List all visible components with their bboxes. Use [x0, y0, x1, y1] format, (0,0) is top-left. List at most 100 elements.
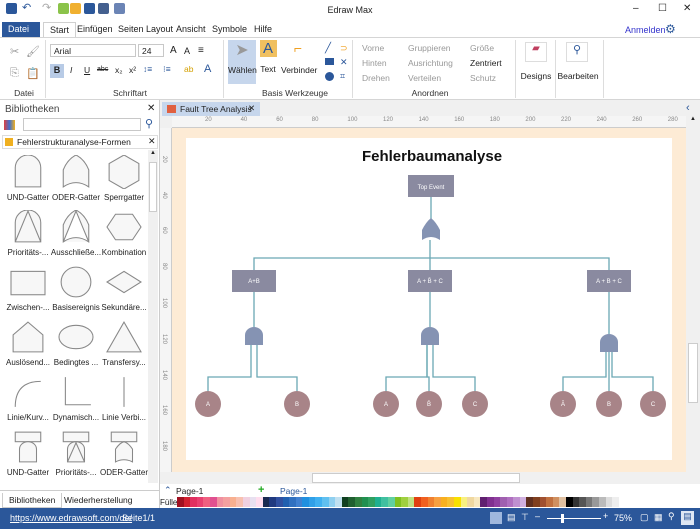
- color-swatch[interactable]: [177, 497, 184, 507]
- color-swatch[interactable]: [262, 497, 270, 507]
- line-icon[interactable]: ╱: [325, 43, 331, 54]
- crop-icon[interactable]: ⌗: [340, 71, 345, 82]
- tab-libraries[interactable]: Bibliotheken: [2, 493, 63, 508]
- color-swatch[interactable]: [440, 497, 448, 507]
- bold-button[interactable]: B: [50, 64, 64, 78]
- color-swatch[interactable]: [394, 497, 402, 507]
- shape-item[interactable]: ODER-Gatter: [98, 430, 150, 477]
- color-swatch[interactable]: [552, 497, 560, 507]
- edit-button[interactable]: Bearbeiten: [556, 71, 600, 81]
- vertical-scroll-thumb[interactable]: [688, 343, 698, 403]
- paste-icon[interactable]: 📋: [26, 67, 40, 80]
- tab-symbole[interactable]: Symbole: [206, 22, 253, 37]
- presentation-icon[interactable]: ⊤: [521, 512, 529, 523]
- format-painter-icon[interactable]: 🖌: [26, 45, 40, 58]
- superscript-button[interactable]: x²: [129, 65, 136, 75]
- color-swatch[interactable]: [592, 497, 599, 507]
- fit-width-icon[interactable]: ▦: [654, 512, 663, 523]
- shape-item[interactable]: Sperrgatter: [98, 155, 150, 202]
- shape-item[interactable]: Prioritäts-...: [2, 210, 54, 257]
- zoom-out-button[interactable]: –: [535, 511, 540, 521]
- underline-button[interactable]: U: [84, 65, 90, 75]
- settings-gear-icon[interactable]: ⚙: [665, 22, 676, 36]
- color-swatch[interactable]: [289, 497, 296, 507]
- color-swatch[interactable]: [486, 497, 494, 507]
- color-swatch[interactable]: [447, 497, 454, 507]
- zoom-in-button[interactable]: +: [603, 511, 608, 521]
- rectangle-icon[interactable]: [325, 58, 334, 65]
- point-icon[interactable]: ✕: [340, 57, 348, 68]
- and-gate[interactable]: [600, 334, 618, 352]
- color-swatch[interactable]: [196, 497, 204, 507]
- tab-hilfe[interactable]: Hilfe: [248, 22, 278, 37]
- color-swatch[interactable]: [335, 497, 342, 507]
- color-swatch[interactable]: [229, 497, 237, 507]
- group-button[interactable]: Gruppieren: [408, 43, 451, 53]
- color-swatch[interactable]: [322, 497, 329, 507]
- connector-line[interactable]: [426, 345, 430, 392]
- maximize-button[interactable]: ☐: [658, 3, 667, 14]
- strikethrough-button[interactable]: abc: [97, 66, 108, 73]
- shape-item[interactable]: UND-Gatter: [2, 155, 54, 202]
- color-swatch[interactable]: [203, 497, 210, 507]
- designs-button[interactable]: Designs: [520, 71, 552, 81]
- color-swatch[interactable]: [282, 497, 290, 507]
- color-swatch[interactable]: [302, 497, 309, 507]
- select-tool-button[interactable]: ➤ Wählen: [228, 40, 257, 84]
- color-swatch[interactable]: [374, 497, 382, 507]
- color-swatch[interactable]: [513, 497, 520, 507]
- add-page-icon[interactable]: +: [258, 485, 264, 496]
- vertical-scrollbar[interactable]: ▲: [686, 116, 700, 472]
- color-swatch[interactable]: [420, 497, 428, 507]
- or-gate[interactable]: [422, 218, 440, 240]
- connector-line[interactable]: [207, 345, 252, 392]
- horizontal-scrollbar[interactable]: [160, 472, 686, 484]
- designs-icon[interactable]: ▰: [525, 42, 547, 62]
- color-swatch[interactable]: [407, 497, 415, 507]
- grow-font-icon[interactable]: A: [170, 45, 177, 56]
- category-close-icon[interactable]: ✕: [148, 136, 156, 147]
- shape-item[interactable]: UND-Gatter: [2, 430, 54, 477]
- shape-item[interactable]: Linie Verbi...: [98, 375, 150, 422]
- color-swatch[interactable]: [539, 497, 547, 507]
- highlight-icon[interactable]: ab: [184, 64, 193, 74]
- and-gate[interactable]: [421, 327, 439, 345]
- connector-line[interactable]: [253, 240, 610, 270]
- shape-item[interactable]: Basisereignis: [50, 265, 102, 312]
- color-swatch[interactable]: [275, 497, 283, 507]
- bring-front-button[interactable]: Vorne: [362, 43, 384, 53]
- protect-button[interactable]: Schutz: [470, 73, 496, 83]
- color-swatch[interactable]: [236, 497, 243, 507]
- connector-tool-button[interactable]: ⌐ Verbinder: [281, 40, 317, 84]
- fullscreen-icon[interactable]: ▤: [681, 511, 694, 525]
- cut-icon[interactable]: ✂: [10, 45, 19, 58]
- find-binoculars-icon[interactable]: ⚲: [566, 42, 588, 62]
- color-swatch[interactable]: [341, 497, 349, 507]
- library-close-icon[interactable]: ✕: [147, 103, 155, 114]
- align-icon[interactable]: ≡: [198, 45, 204, 56]
- tab-seiten-layout[interactable]: Seiten Layout: [112, 22, 179, 37]
- color-swatch[interactable]: [546, 497, 553, 507]
- bullets-icon[interactable]: ⁝≡: [163, 64, 171, 75]
- zoom-slider[interactable]: [547, 514, 601, 523]
- color-swatch[interactable]: [216, 497, 224, 507]
- send-back-button[interactable]: Hinten: [362, 58, 387, 68]
- ellipse-icon[interactable]: [325, 72, 334, 81]
- color-swatch[interactable]: [559, 497, 567, 507]
- color-swatch[interactable]: [605, 497, 613, 507]
- shape-item[interactable]: Prioritäts-...: [50, 430, 102, 477]
- library-menu-icon[interactable]: [4, 120, 15, 130]
- color-swatch[interactable]: [453, 497, 461, 507]
- page-view-icon[interactable]: [490, 512, 502, 524]
- color-swatch[interactable]: [500, 497, 507, 507]
- size-button[interactable]: Größe: [470, 43, 494, 53]
- shape-item[interactable]: Dynamisch...: [50, 375, 102, 422]
- shape-item[interactable]: Zwischen-...: [2, 265, 54, 312]
- shape-item[interactable]: Ausschließe...: [50, 210, 102, 257]
- color-swatch[interactable]: [361, 497, 369, 507]
- library-search-input[interactable]: [23, 118, 141, 131]
- color-swatch[interactable]: [190, 497, 197, 507]
- color-swatch[interactable]: [526, 497, 534, 507]
- shrink-font-icon[interactable]: A: [184, 46, 190, 56]
- library-category-header[interactable]: Fehlerstrukturanalyse-Formen ✕: [2, 135, 158, 149]
